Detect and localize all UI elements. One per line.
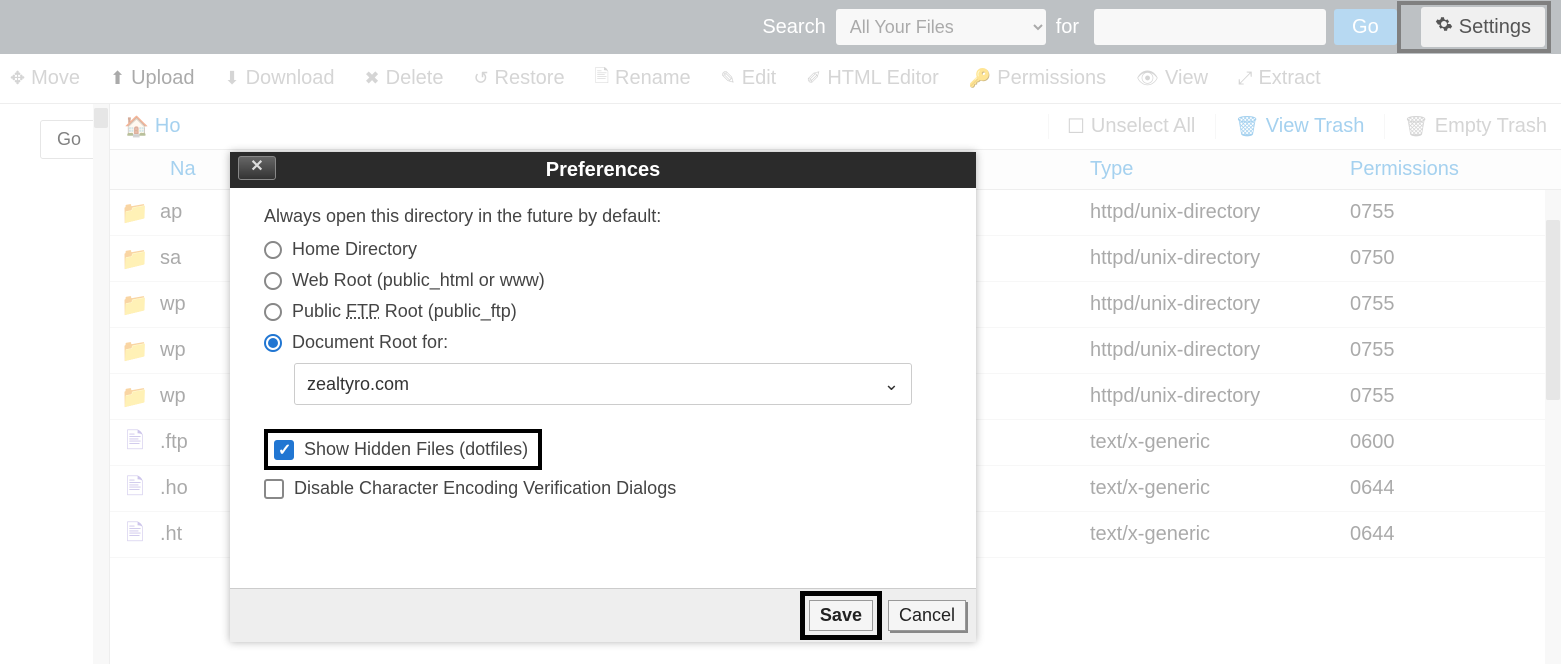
empty-trash-button[interactable]: 🗑Empty Trash bbox=[1384, 114, 1547, 139]
search-label: Search bbox=[762, 16, 825, 39]
radio-web-root[interactable]: Web Root (public_html or www) bbox=[264, 270, 942, 291]
html-editor-button[interactable]: ✐HTML Editor bbox=[806, 67, 939, 90]
domain-select[interactable]: zealtyro.com ⌄ bbox=[294, 363, 912, 405]
radio-home-directory[interactable]: Home Directory bbox=[264, 239, 942, 260]
download-button[interactable]: ⬇Download bbox=[224, 67, 334, 90]
radio-icon bbox=[264, 303, 282, 321]
gear-icon bbox=[1435, 15, 1453, 39]
modal-title: Preferences bbox=[546, 159, 661, 182]
folder-icon: 📁 bbox=[110, 246, 160, 272]
delete-button[interactable]: ✖Delete bbox=[365, 67, 444, 90]
eye-icon: 👁 bbox=[1136, 68, 1159, 89]
modal-close-button[interactable]: ✕ bbox=[238, 156, 276, 180]
file-type: text/x-generic bbox=[1090, 431, 1350, 454]
disable-encoding-row[interactable]: Disable Character Encoding Verification … bbox=[264, 478, 942, 499]
sidebar: Go bbox=[0, 104, 110, 664]
rename-icon: 🖹 bbox=[595, 64, 609, 94]
folder-icon: 📁 bbox=[110, 292, 160, 318]
home-icon: 🏠 bbox=[124, 114, 149, 139]
radio-icon bbox=[264, 241, 282, 259]
extract-button[interactable]: ⤢Extract bbox=[1238, 67, 1321, 90]
edit-icon: ✎ bbox=[721, 68, 736, 89]
upload-button[interactable]: ⬆Upload bbox=[110, 67, 194, 90]
for-label: for bbox=[1056, 16, 1079, 39]
preferences-modal: ✕ Preferences Always open this directory… bbox=[230, 152, 976, 642]
search-go-button[interactable]: Go bbox=[1334, 9, 1397, 45]
trash-icon: 🗑 bbox=[1234, 114, 1259, 139]
radio-icon bbox=[264, 334, 282, 352]
file-permissions: 0600 bbox=[1350, 431, 1490, 454]
checkbox-icon: ☐ bbox=[1067, 114, 1085, 139]
sidebar-go-button[interactable]: Go bbox=[40, 120, 98, 159]
folder-icon: 📁 bbox=[110, 384, 160, 410]
file-permissions: 0644 bbox=[1350, 477, 1490, 500]
file-type: httpd/unix-directory bbox=[1090, 201, 1350, 224]
file-permissions: 0755 bbox=[1350, 339, 1490, 362]
file-permissions: 0755 bbox=[1350, 201, 1490, 224]
home-link[interactable]: 🏠Ho bbox=[124, 114, 180, 139]
file-type: text/x-generic bbox=[1090, 523, 1350, 546]
modal-footer: Save Cancel bbox=[230, 588, 976, 642]
cancel-button[interactable]: Cancel bbox=[888, 600, 966, 631]
restore-icon: ↺ bbox=[473, 68, 488, 89]
file-icon: 🖹 bbox=[110, 424, 160, 462]
disable-encoding-checkbox[interactable] bbox=[264, 479, 284, 499]
radio-icon bbox=[264, 272, 282, 290]
folder-icon: 📁 bbox=[110, 200, 160, 226]
file-type: httpd/unix-directory bbox=[1090, 247, 1350, 270]
search-input[interactable] bbox=[1094, 9, 1326, 45]
action-bar: 🏠Ho ☐Unselect All 🗑View Trash 🗑Empty Tra… bbox=[110, 104, 1561, 150]
delete-icon: ✖ bbox=[365, 68, 380, 89]
top-search-bar: Search All Your Files for Go Settings bbox=[0, 0, 1561, 54]
permissions-button[interactable]: 🔑Permissions bbox=[969, 67, 1106, 90]
extract-icon: ⤢ bbox=[1238, 68, 1252, 89]
file-permissions: 0644 bbox=[1350, 523, 1490, 546]
col-type[interactable]: Type bbox=[1090, 158, 1350, 181]
col-permissions[interactable]: Permissions bbox=[1350, 158, 1490, 181]
file-permissions: 0755 bbox=[1350, 293, 1490, 316]
unselect-all-button[interactable]: ☐Unselect All bbox=[1048, 114, 1195, 139]
rename-button[interactable]: 🖹Rename bbox=[595, 64, 691, 94]
modal-title-bar: ✕ Preferences bbox=[230, 152, 976, 188]
folder-icon: 📁 bbox=[110, 338, 160, 364]
html-editor-icon: ✐ bbox=[806, 68, 821, 89]
settings-label: Settings bbox=[1459, 16, 1531, 39]
search-scope-select[interactable]: All Your Files bbox=[836, 9, 1046, 45]
show-hidden-checkbox[interactable] bbox=[274, 440, 294, 460]
view-trash-button[interactable]: 🗑View Trash bbox=[1215, 114, 1364, 139]
radio-public-ftp[interactable]: Public FTP Root (public_ftp) bbox=[264, 301, 942, 322]
move-button[interactable]: ✥Move bbox=[10, 67, 80, 90]
chevron-down-icon: ⌄ bbox=[884, 374, 899, 395]
show-hidden-label: Show Hidden Files (dotfiles) bbox=[304, 439, 528, 460]
radio-document-root[interactable]: Document Root for: bbox=[264, 332, 942, 353]
file-type: httpd/unix-directory bbox=[1090, 293, 1350, 316]
file-icon: 🖹 bbox=[110, 470, 160, 508]
file-type: httpd/unix-directory bbox=[1090, 339, 1350, 362]
key-icon: 🔑 bbox=[969, 68, 991, 89]
settings-button[interactable]: Settings bbox=[1421, 7, 1545, 47]
edit-button[interactable]: ✎Edit bbox=[721, 67, 777, 90]
content-scrollbar[interactable] bbox=[1545, 190, 1561, 664]
view-button[interactable]: 👁View bbox=[1136, 67, 1208, 90]
upload-icon: ⬆ bbox=[110, 68, 125, 89]
pref-heading: Always open this directory in the future… bbox=[264, 206, 942, 227]
save-button[interactable]: Save bbox=[809, 600, 873, 631]
sidebar-scrollbar[interactable] bbox=[93, 104, 109, 664]
file-type: text/x-generic bbox=[1090, 477, 1350, 500]
file-type: httpd/unix-directory bbox=[1090, 385, 1350, 408]
file-permissions: 0755 bbox=[1350, 385, 1490, 408]
file-permissions: 0750 bbox=[1350, 247, 1490, 270]
download-icon: ⬇ bbox=[224, 68, 239, 89]
move-icon: ✥ bbox=[10, 68, 25, 89]
file-icon: 🖹 bbox=[110, 516, 160, 554]
restore-button[interactable]: ↺Restore bbox=[473, 67, 564, 90]
trash-icon: 🗑 bbox=[1403, 114, 1428, 139]
file-toolbar: ✥Move ⬆Upload ⬇Download ✖Delete ↺Restore… bbox=[0, 54, 1561, 104]
